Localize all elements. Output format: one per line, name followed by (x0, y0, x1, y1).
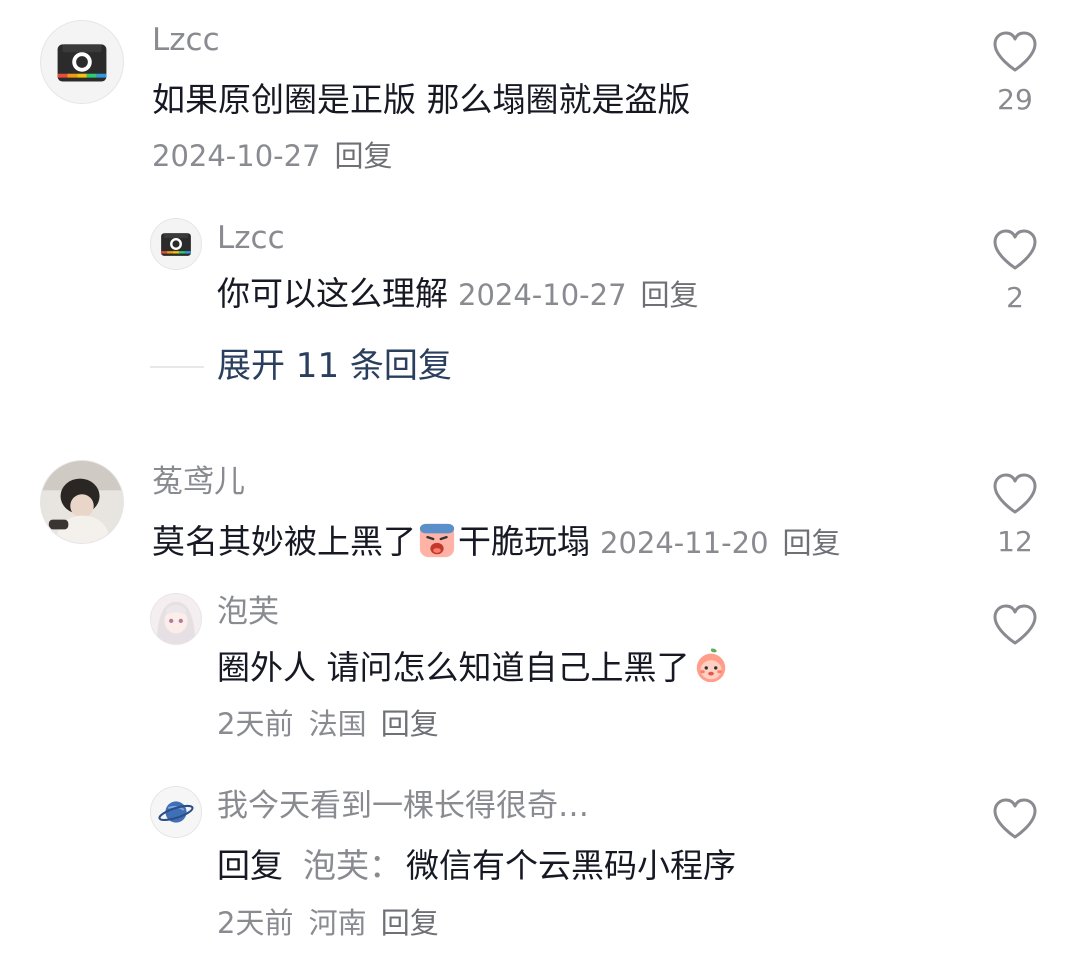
heart-icon (993, 798, 1037, 839)
comment-text-part: 干脆玩塌 (458, 522, 590, 561)
anime-avatar (151, 594, 201, 644)
comment-date: 2024-11-20 (600, 526, 769, 560)
reply-meta: 2天前 法国 回复 (217, 704, 439, 744)
heart-icon (993, 229, 1037, 270)
reply-text: 回复 泡芙： 微信有个云黑码小程序 (217, 844, 736, 888)
reply-button[interactable]: 回复 (335, 139, 393, 173)
reply-author[interactable]: 我今天看到一棵长得很奇… (217, 786, 589, 826)
avatar[interactable] (150, 786, 202, 838)
avatar[interactable] (40, 20, 124, 104)
avatar[interactable] (150, 593, 202, 645)
comment-author[interactable]: Lzcc (152, 20, 220, 60)
reply-to-user[interactable]: 泡芙： (303, 846, 402, 885)
reply-time: 2天前 (217, 906, 294, 940)
heart-icon (993, 31, 1037, 72)
expand-divider (150, 366, 204, 368)
camera-icon (57, 44, 107, 82)
like-button[interactable]: 12 (985, 472, 1045, 560)
reply-button[interactable]: 回复 (381, 707, 439, 741)
comment-text-part: 莫名其妙被上黑了 (152, 522, 416, 561)
camera-icon (161, 233, 191, 256)
avatar[interactable] (40, 460, 124, 544)
expand-replies-button[interactable]: 展开 11 条回复 (217, 344, 452, 388)
photo-avatar (41, 461, 123, 543)
reply-text-content: 你可以这么理解 (217, 274, 448, 313)
crying-face-emoji (419, 523, 455, 558)
reply-meta: 2天前 河南 回复 (217, 903, 439, 943)
reply-time: 2天前 (217, 707, 294, 741)
reply-text-content: 圈外人 请问怎么知道自己上黑了 (217, 648, 690, 687)
reply-author[interactable]: Lzcc (217, 218, 285, 258)
reply-text: 圈外人 请问怎么知道自己上黑了 (217, 646, 732, 690)
comment-meta: 2024-10-27 回复 (152, 136, 393, 176)
like-button[interactable] (985, 603, 1045, 647)
reply-date: 2024-10-27 (458, 278, 627, 312)
reply-button[interactable]: 回复 (641, 278, 699, 312)
peach-character-emoji (696, 648, 725, 683)
reply-text-content: 微信有个云黑码小程序 (406, 846, 736, 885)
like-button[interactable]: 2 (985, 228, 1045, 316)
like-count: 12 (997, 525, 1033, 558)
reply-text: 你可以这么理解 2024-10-27 回复 (217, 272, 699, 317)
comment-text: 莫名其妙被上黑了 干脆玩塌 2024-11-20 回复 (152, 520, 841, 565)
like-button[interactable] (985, 797, 1045, 841)
comment-date: 2024-10-27 (152, 139, 321, 173)
reply-location: 法国 (308, 707, 367, 741)
reply-button[interactable]: 回复 (783, 526, 841, 560)
heart-icon (993, 473, 1037, 514)
like-button[interactable]: 29 (985, 30, 1045, 118)
reply-location: 河南 (308, 906, 367, 940)
reply-button[interactable]: 回复 (381, 906, 439, 940)
comment-text: 如果原创圈是正版 那么塌圈就是盗版 (152, 80, 691, 119)
heart-icon (993, 604, 1037, 645)
comment-author[interactable]: 菟鸢儿 (152, 462, 245, 502)
reply-prefix: 回复 (217, 846, 283, 885)
reply-author[interactable]: 泡芙 (217, 592, 279, 632)
planet-icon (158, 801, 194, 823)
like-count: 2 (1006, 281, 1024, 314)
avatar[interactable] (150, 218, 202, 270)
like-count: 29 (997, 83, 1033, 116)
